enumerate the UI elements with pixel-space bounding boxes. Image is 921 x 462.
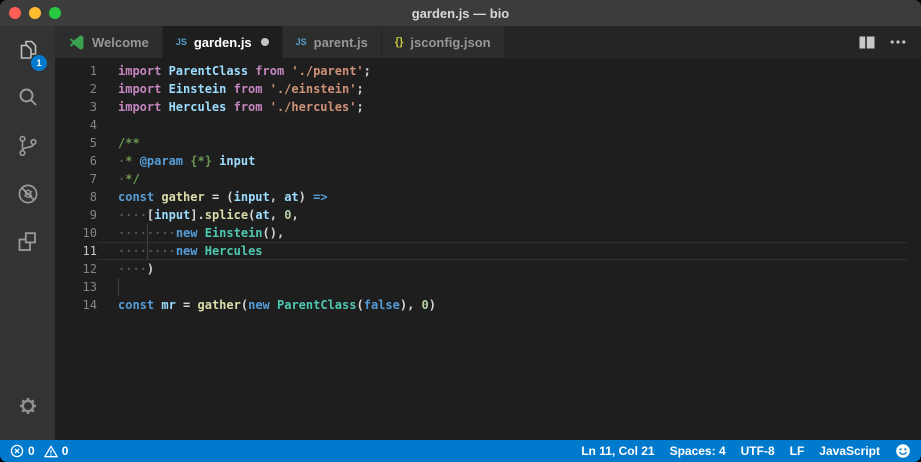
modified-dot-icon[interactable]: [260, 38, 269, 46]
tab-label: parent.js: [313, 34, 368, 50]
source-control-icon[interactable]: [0, 122, 55, 170]
line-number: 14: [82, 298, 97, 312]
tab-welcome[interactable]: Welcome: [55, 26, 163, 58]
tab-garden-js[interactable]: JS garden.js: [162, 26, 283, 58]
explorer-icon[interactable]: 1: [0, 26, 55, 74]
activity-bar: 1: [0, 26, 55, 440]
code-text: /**: [118, 136, 140, 150]
code-text: ········new Hercules: [97, 242, 907, 260]
status-warnings-count: 0: [61, 444, 69, 458]
code-line[interactable]: 7 ·*/: [55, 170, 921, 188]
code-line[interactable]: 3 import Hercules from './hercules';: [55, 98, 921, 116]
status-eol[interactable]: LF: [790, 444, 805, 458]
extensions-icon[interactable]: [0, 218, 55, 266]
indent-guide: [118, 278, 119, 296]
code-editor[interactable]: 1 import ParentClass from './parent'; 2 imp…: [55, 58, 921, 440]
code-line[interactable]: 1 import ParentClass from './parent';: [55, 62, 921, 80]
js-file-icon: JS: [295, 37, 307, 47]
line-number: 1: [89, 64, 97, 78]
warning-icon: [43, 445, 58, 458]
window-title: garden.js — bio: [411, 5, 510, 21]
js-file-icon: JS: [175, 37, 187, 47]
code-text: ····[input].splice(at, 0,: [118, 208, 299, 222]
status-warnings[interactable]: 0: [43, 444, 69, 458]
code-line[interactable]: 4: [55, 116, 921, 134]
code-text: import Hercules from './hercules';: [118, 100, 364, 114]
tab-bar: Welcome JS garden.js JS parent.js {} jsconfig.…: [55, 26, 921, 58]
settings-gear-icon[interactable]: [0, 382, 55, 430]
title-bar: garden.js — bio: [0, 0, 921, 26]
main-area: 1 Welcome JS garden.js JS parent.js {} jsconfi…: [0, 26, 921, 440]
tab-label: garden.js: [193, 34, 252, 50]
line-number: 11: [82, 244, 97, 258]
debug-icon[interactable]: [0, 170, 55, 218]
more-actions-icon[interactable]: [890, 40, 906, 44]
tab-label: jsconfig.json: [410, 34, 491, 50]
code-line[interactable]: 6 ·* @param {*} input: [55, 152, 921, 170]
code-line[interactable]: 12 ····): [55, 260, 921, 278]
json-file-icon: {}: [394, 36, 404, 48]
line-number: 6: [89, 154, 97, 168]
status-errors[interactable]: 0: [10, 444, 35, 458]
code-line[interactable]: 9 ····[input].splice(at, 0,: [55, 206, 921, 224]
line-number: 3: [89, 100, 97, 114]
status-errors-count: 0: [28, 444, 35, 458]
status-bar: 00 Ln 11, Col 21 Spaces: 4 UTF-8 LF JavaScri…: [0, 440, 921, 462]
line-number: 12: [82, 262, 97, 276]
code-line[interactable]: 11 ········new Hercules: [55, 242, 921, 260]
close-window-button[interactable]: [9, 7, 21, 19]
error-icon: [10, 444, 24, 458]
traffic-lights: [0, 7, 61, 19]
code-text: const gather = (input, at) =>: [118, 190, 328, 204]
minimize-window-button[interactable]: [29, 7, 41, 19]
editor-column: Welcome JS garden.js JS parent.js {} jsconfig.…: [55, 26, 921, 440]
code-line[interactable]: 14 const mr = gather(new ParentClass(fals…: [55, 296, 921, 314]
line-number: 10: [82, 226, 97, 240]
line-number: 8: [89, 190, 97, 204]
status-language-mode[interactable]: JavaScript: [819, 444, 880, 458]
code-text: import Einstein from './einstein';: [118, 82, 364, 96]
status-bar-right: Ln 11, Col 21 Spaces: 4 UTF-8 LF JavaScript: [581, 443, 911, 459]
code-text: ·*/: [118, 172, 140, 186]
tab-parent-js[interactable]: JS parent.js: [282, 26, 382, 58]
line-number: 5: [89, 136, 97, 150]
code-text: import ParentClass from './parent';: [118, 64, 371, 78]
code-text: ·* @param {*} input: [118, 154, 256, 168]
code-line[interactable]: 8 const gather = (input, at) =>: [55, 188, 921, 206]
code-text: ····): [118, 262, 155, 276]
activity-badge: 1: [30, 54, 48, 72]
code-line[interactable]: 13: [55, 278, 921, 296]
code-line[interactable]: 2 import Einstein from './einstein';: [55, 80, 921, 98]
line-number: 9: [89, 208, 97, 222]
line-number: 4: [89, 118, 97, 132]
code-text: [97, 278, 907, 296]
editor-actions: [859, 26, 921, 58]
code-text: ········new Einstein(),: [118, 224, 285, 242]
tab-label: Welcome: [92, 34, 149, 50]
line-number: 7: [89, 172, 97, 186]
line-number: 13: [82, 280, 97, 294]
vscode-window: garden.js — bio 1 Welcome JS garden.js JS pa…: [0, 0, 921, 462]
vscode-logo-icon: [68, 34, 85, 51]
split-editor-icon[interactable]: [859, 36, 875, 49]
zoom-window-button[interactable]: [49, 7, 61, 19]
code-text: const mr = gather(new ParentClass(false)…: [118, 298, 436, 312]
search-icon[interactable]: [0, 74, 55, 122]
status-bar-left: 00: [10, 444, 68, 458]
status-cursor-position[interactable]: Ln 11, Col 21: [581, 444, 654, 458]
line-number: 2: [89, 82, 97, 96]
feedback-smiley-icon[interactable]: [895, 443, 911, 459]
tab-jsconfig-json[interactable]: {} jsconfig.json: [381, 26, 505, 58]
status-indentation[interactable]: Spaces: 4: [670, 444, 726, 458]
code-line[interactable]: 10 ········new Einstein(),: [55, 224, 921, 242]
status-encoding[interactable]: UTF-8: [741, 444, 775, 458]
code-line[interactable]: 5 /**: [55, 134, 921, 152]
